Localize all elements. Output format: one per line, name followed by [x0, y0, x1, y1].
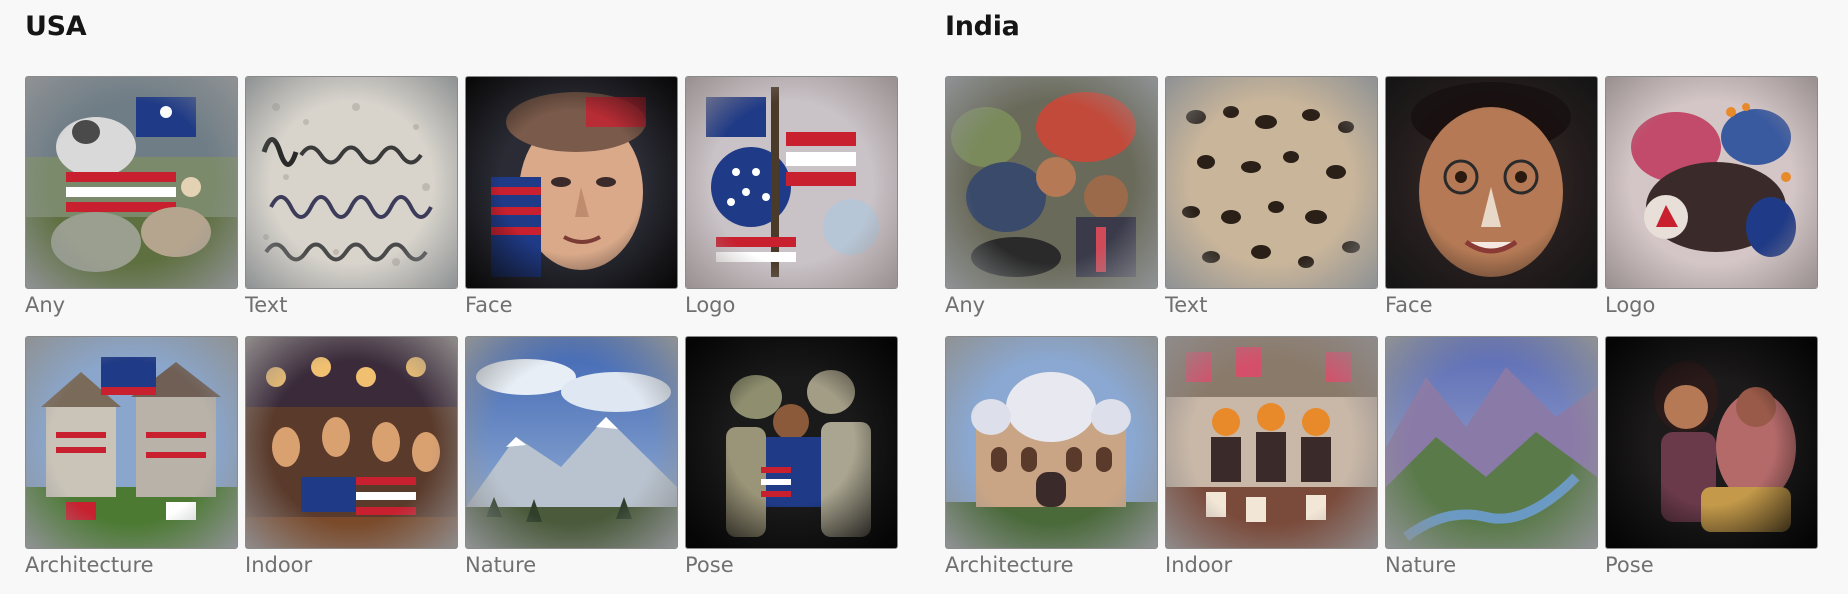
tile-caption: Architecture: [25, 553, 154, 577]
thumbnail-image[interactable]: [1165, 76, 1378, 289]
tile-caption: Indoor: [1165, 553, 1233, 577]
tile-text[interactable]: Text: [245, 76, 458, 317]
tile-any[interactable]: Any: [25, 76, 238, 317]
thumbnail-image[interactable]: [245, 76, 458, 289]
thumbnail-image[interactable]: [945, 336, 1158, 549]
tile-caption: Logo: [1605, 293, 1656, 317]
tile-logo[interactable]: Logo: [1605, 76, 1818, 317]
tile-indoor[interactable]: Indoor: [1165, 336, 1378, 577]
thumbnail-image[interactable]: [1165, 336, 1378, 549]
tile-architecture[interactable]: Architecture: [25, 336, 238, 577]
thumbnail-image[interactable]: [1605, 76, 1818, 289]
tile-caption: Any: [25, 293, 66, 317]
thumbnail-image[interactable]: [465, 336, 678, 549]
thumbnail-image[interactable]: [25, 76, 238, 289]
section-title: USA: [25, 11, 87, 42]
tile-caption: Logo: [685, 293, 736, 317]
section-title: India: [945, 11, 1020, 42]
tile-caption: Architecture: [945, 553, 1074, 577]
thumbnail-image[interactable]: [245, 336, 458, 549]
tile-pose[interactable]: Pose: [685, 336, 898, 577]
tile-caption: Indoor: [245, 553, 313, 577]
tile-any[interactable]: Any: [945, 76, 1158, 317]
thumbnail-image[interactable]: [1385, 76, 1598, 289]
thumbnail-image[interactable]: [685, 76, 898, 289]
image-grid: Any Text Face Logo Architecture Indoor N…: [25, 76, 898, 594]
tile-caption: Pose: [1605, 553, 1654, 577]
thumbnail-image[interactable]: [1605, 336, 1818, 549]
tile-caption: Text: [245, 293, 288, 317]
tile-caption: Face: [465, 293, 513, 317]
tile-caption: Pose: [685, 553, 734, 577]
tile-logo[interactable]: Logo: [685, 76, 898, 317]
thumbnail-image[interactable]: [465, 76, 678, 289]
tile-face[interactable]: Face: [465, 76, 678, 317]
tile-text[interactable]: Text: [1165, 76, 1378, 317]
thumbnail-image[interactable]: [1385, 336, 1598, 549]
image-grid: Any Text Face Logo Architecture Indoor N…: [945, 76, 1818, 594]
thumbnail-image[interactable]: [25, 336, 238, 549]
tile-caption: Face: [1385, 293, 1433, 317]
thumbnail-image[interactable]: [945, 76, 1158, 289]
tile-architecture[interactable]: Architecture: [945, 336, 1158, 577]
tile-caption: Nature: [1385, 553, 1457, 577]
tile-face[interactable]: Face: [1385, 76, 1598, 317]
tile-nature[interactable]: Nature: [1385, 336, 1598, 577]
tile-caption: Nature: [465, 553, 537, 577]
tile-caption: Text: [1165, 293, 1208, 317]
tile-nature[interactable]: Nature: [465, 336, 678, 577]
tile-indoor[interactable]: Indoor: [245, 336, 458, 577]
tile-caption: Any: [945, 293, 986, 317]
tile-pose[interactable]: Pose: [1605, 336, 1818, 577]
thumbnail-image[interactable]: [685, 336, 898, 549]
